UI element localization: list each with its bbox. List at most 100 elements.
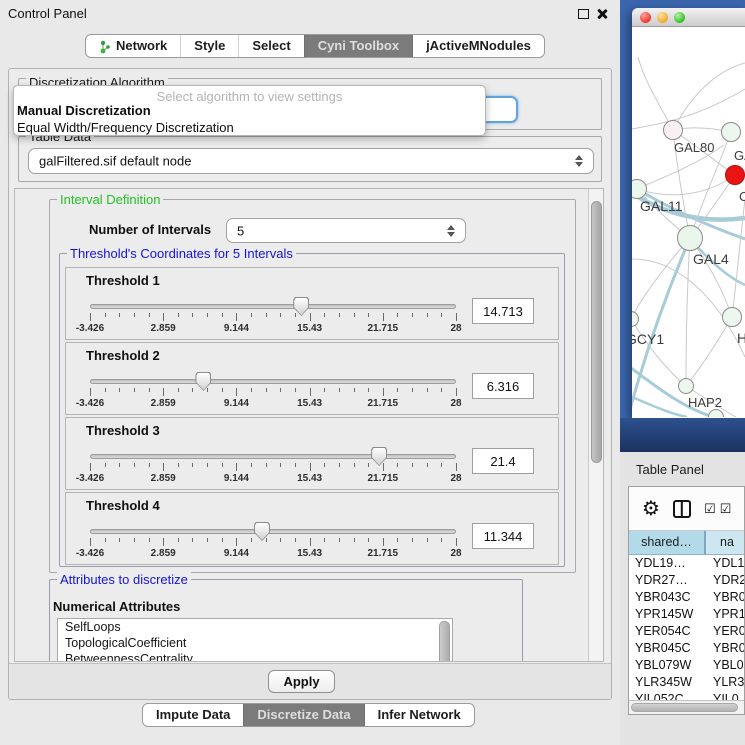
list-item[interactable]: BetweennessCentrality [58, 651, 452, 662]
slider-tick-labels: -3.4262.8599.14415.4321.71528 [90, 548, 456, 560]
right-side: GAL80GACGAL11GAL4GCY1HHAP2 Table Panel ⚙… [620, 0, 745, 745]
list-scrollbar[interactable] [439, 621, 450, 662]
tab-discretize-data[interactable]: Discretize Data [243, 704, 363, 726]
threshold-1-value-field[interactable] [472, 298, 534, 324]
list-item[interactable]: TopologicalCoefficient [58, 635, 452, 651]
column-header-shared-name[interactable]: shared… [629, 531, 706, 555]
node-label: GAL80 [674, 140, 714, 155]
table-row[interactable]: YPR145WYPR1 [629, 606, 744, 623]
cell-shared-name[interactable]: YER054C [629, 623, 706, 640]
tab-cyni-toolbox[interactable]: Cyni Toolbox [304, 35, 412, 57]
cell-name[interactable]: YBR0 [706, 640, 744, 657]
network-node-gal4[interactable] [677, 225, 703, 251]
thresholds-group-label: Threshold's Coordinates for 5 Intervals [67, 246, 296, 261]
column-header-name[interactable]: na [706, 531, 744, 555]
number-of-intervals-combobox[interactable]: 5 [226, 218, 466, 243]
dropdown-option-equal-width-frequency[interactable]: Equal Width/Frequency Discretization [14, 119, 485, 136]
tab-style[interactable]: Style [180, 35, 238, 57]
slider-ticks [90, 388, 456, 397]
tab-jactivemnodules[interactable]: jActiveMNodules [412, 35, 544, 57]
cell-name[interactable]: YER0 [706, 623, 744, 640]
dropdown-placeholder-option[interactable]: Select algorithm to view settings [14, 86, 485, 102]
cell-shared-name[interactable]: YDL19… [629, 555, 706, 572]
threshold-4-panel: Threshold 4 -3.4262.8599.14415.4321.7152… [65, 492, 559, 565]
table-row[interactable]: YIL052CYIL0 [629, 691, 744, 700]
table-row[interactable]: YBL079WYBL0 [629, 657, 744, 674]
checkbox-icon[interactable]: ☑ [704, 501, 716, 517]
scrollbar-thumb[interactable] [631, 703, 738, 712]
cell-name[interactable]: YDR2 [706, 572, 744, 589]
scrollbar-thumb[interactable] [591, 201, 602, 463]
network-view-window[interactable]: GAL80GACGAL11GAL4GCY1HHAP2 [632, 8, 745, 418]
cell-shared-name[interactable]: YIL052C [629, 691, 706, 700]
close-icon[interactable] [596, 8, 608, 20]
cell-name[interactable]: YBL0 [706, 657, 744, 674]
threshold-1-slider[interactable]: -3.4262.8599.14415.4321.71528 [90, 296, 456, 338]
table-row[interactable]: YBR045CYBR0 [629, 640, 744, 657]
minimize-traffic-light-icon[interactable] [657, 12, 668, 23]
network-canvas[interactable]: GAL80GACGAL11GAL4GCY1HHAP2 [632, 27, 745, 417]
cell-name[interactable]: YIL0 [706, 691, 744, 700]
tab-select[interactable]: Select [238, 35, 303, 57]
close-traffic-light-icon[interactable] [640, 12, 651, 23]
table-row[interactable]: YER054CYER0 [629, 623, 744, 640]
zoom-traffic-light-icon[interactable] [674, 12, 685, 23]
node-table: ⚙ ☑ ☑ shared… na YDL19…YDL1YDR27…YDR2YBR… [628, 486, 745, 715]
apply-button[interactable]: Apply [268, 670, 335, 693]
tick-label: 28 [450, 548, 461, 559]
numerical-attributes-list[interactable]: SelfLoopsTopologicalCoefficientBetweenne… [57, 618, 453, 662]
float-window-icon[interactable] [578, 9, 589, 19]
network-icon [99, 39, 111, 53]
network-node-gal80[interactable] [663, 120, 683, 140]
desktop-background: GAL80GACGAL11GAL4GCY1HHAP2 [620, 0, 745, 452]
stepper-icon [447, 225, 456, 237]
cell-shared-name[interactable]: YBR045C [629, 640, 706, 657]
threshold-1-label: Threshold 1 [86, 273, 160, 288]
tick-label: -3.426 [76, 398, 104, 409]
table-panel-title: Table Panel [636, 462, 704, 477]
table-data-combobox[interactable]: galFiltered.sif default node [28, 148, 594, 174]
table-horizontal-scrollbar[interactable] [629, 700, 744, 714]
control-panel-window: Control Panel Network Style Select [0, 0, 620, 745]
tick-label: 15.43 [297, 548, 322, 559]
cell-name[interactable]: YLR3 [706, 674, 744, 691]
cell-shared-name[interactable]: YLR345W [629, 674, 706, 691]
cell-shared-name[interactable]: YPR145W [629, 606, 706, 623]
table-row[interactable]: YDL19…YDL1 [629, 555, 744, 572]
table-rows[interactable]: YDL19…YDL1YDR27…YDR2YBR043CYBR0YPR145WYP… [629, 555, 744, 700]
network-window-titlebar [632, 8, 745, 27]
checkbox-icon[interactable]: ☑ [720, 501, 732, 517]
network-node-ga[interactable] [721, 122, 741, 142]
threshold-4-value-field[interactable] [472, 523, 534, 549]
threshold-3-slider[interactable]: -3.4262.8599.14415.4321.71528 [90, 446, 456, 488]
threshold-3-value-field[interactable] [472, 448, 534, 474]
panel-vertical-scrollbar[interactable] [588, 189, 604, 661]
cell-shared-name[interactable]: YDR27… [629, 572, 706, 589]
tab-infer-network[interactable]: Infer Network [364, 704, 474, 726]
threshold-4-slider[interactable]: -3.4262.8599.14415.4321.71528 [90, 521, 456, 563]
table-toolbar: ⚙ ☑ ☑ [629, 487, 744, 531]
table-header-row: shared… na [629, 531, 744, 555]
network-node-hap2[interactable] [678, 378, 694, 394]
network-node-h[interactable] [722, 307, 742, 327]
table-row[interactable]: YDR27…YDR2 [629, 572, 744, 589]
threshold-2-slider[interactable]: -3.4262.8599.14415.4321.71528 [90, 371, 456, 413]
cell-name[interactable]: YPR1 [706, 606, 744, 623]
list-item[interactable]: SelfLoops [58, 619, 452, 635]
tick-label: 9.144 [224, 473, 249, 484]
cell-name[interactable]: YBR0 [706, 589, 744, 606]
cell-shared-name[interactable]: YBR043C [629, 589, 706, 606]
tab-network[interactable]: Network [86, 35, 180, 57]
tab-impute-data[interactable]: Impute Data [143, 704, 243, 726]
network-node-c[interactable] [725, 165, 745, 185]
threshold-2-value-field[interactable] [472, 373, 534, 399]
table-row[interactable]: YLR345WYLR3 [629, 674, 744, 691]
gear-icon[interactable]: ⚙ [642, 499, 660, 519]
cell-shared-name[interactable]: YBL079W [629, 657, 706, 674]
table-row[interactable]: YBR043CYBR0 [629, 589, 744, 606]
dropdown-option-manual-discretization[interactable]: Manual Discretization [14, 102, 485, 119]
cell-name[interactable]: YDL1 [706, 555, 744, 572]
slider-tick-labels: -3.4262.8599.14415.4321.71528 [90, 473, 456, 485]
columns-icon[interactable] [673, 500, 691, 518]
tick-label: -3.426 [76, 323, 104, 334]
